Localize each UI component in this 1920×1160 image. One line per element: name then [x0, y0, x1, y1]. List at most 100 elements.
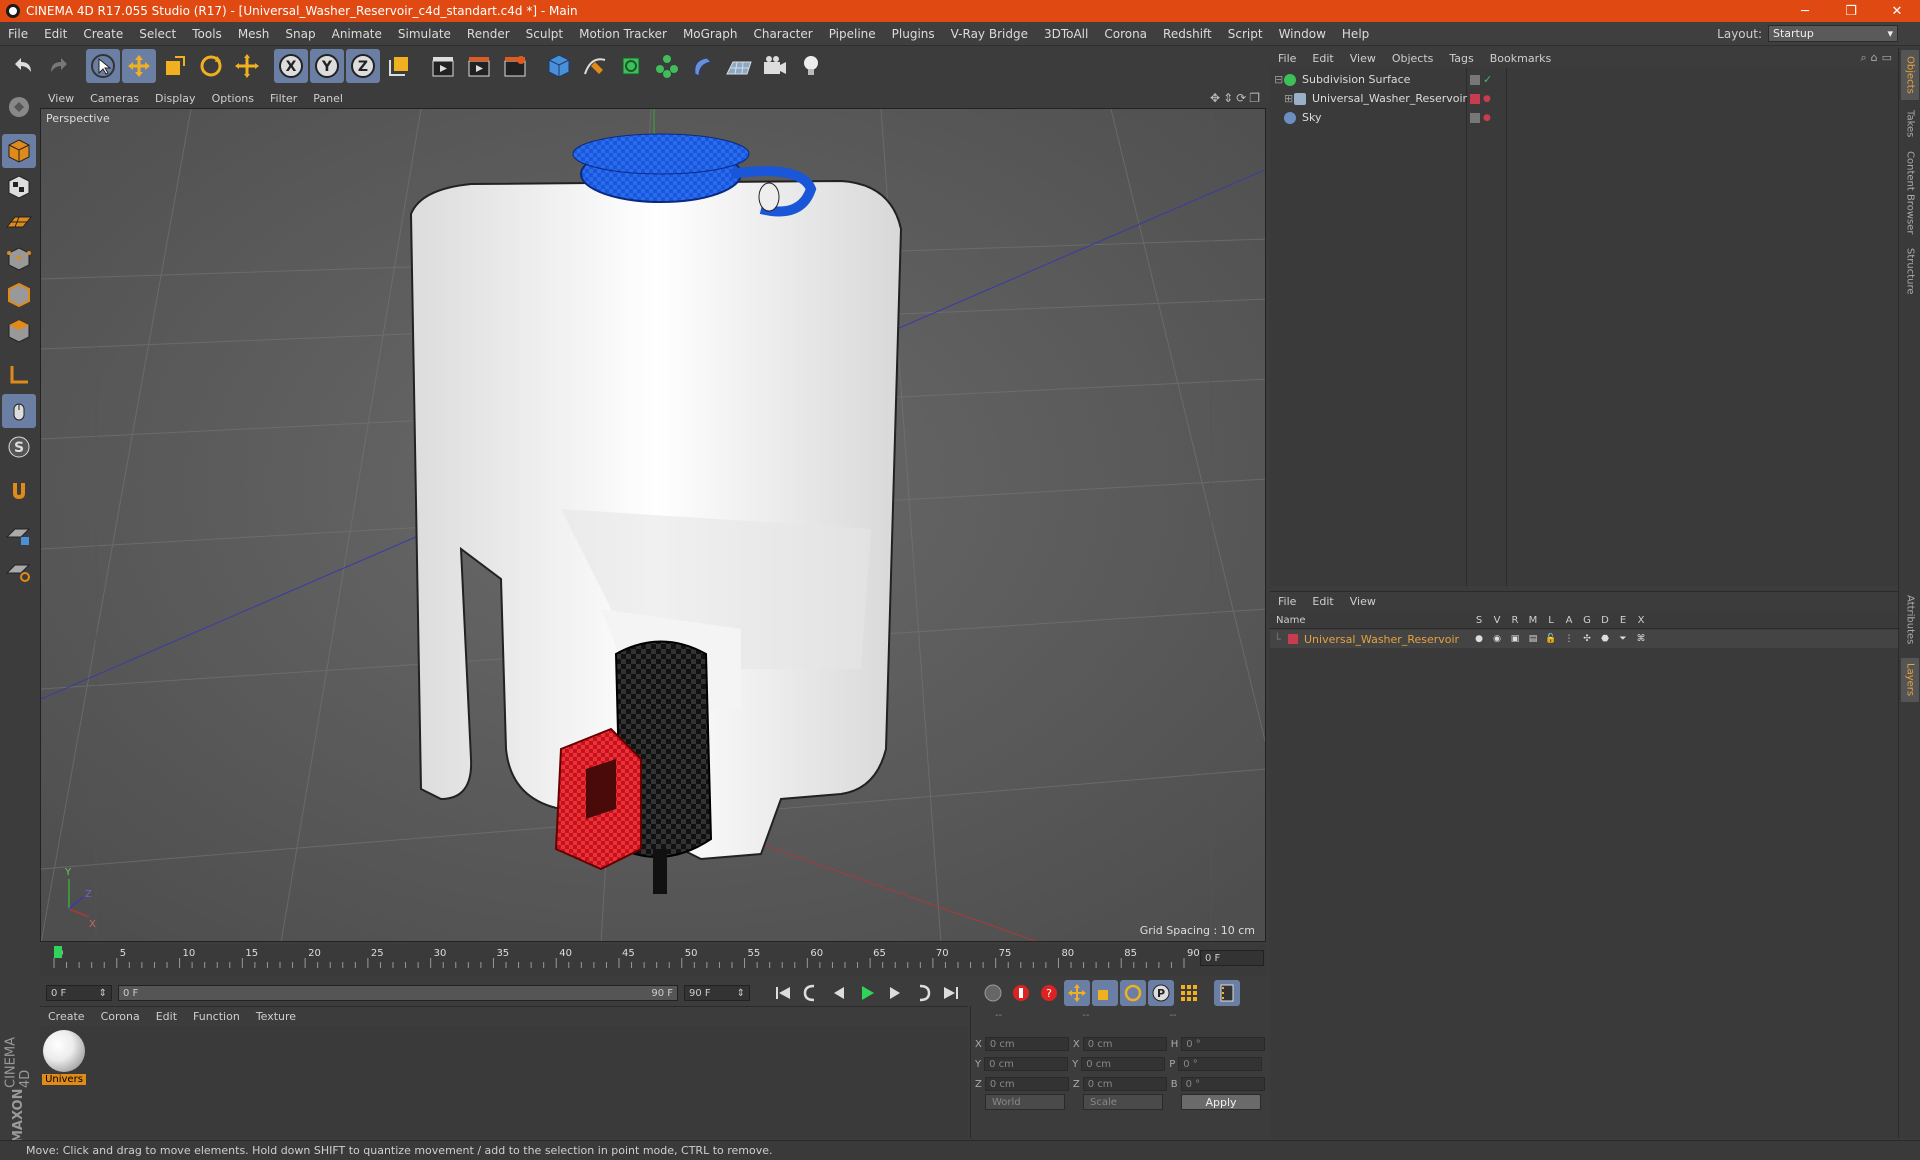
play-button[interactable]: [854, 980, 880, 1006]
menu-render[interactable]: Render: [459, 27, 518, 41]
viewport-menu-view[interactable]: View: [40, 92, 82, 105]
tab-objects[interactable]: Objects: [1901, 50, 1919, 100]
visibility-dot-icon[interactable]: ●: [1483, 113, 1491, 123]
add-floor-button[interactable]: [722, 49, 756, 83]
tab-layers[interactable]: Layers: [1901, 658, 1919, 702]
xref-icon[interactable]: ⌘: [1632, 634, 1650, 644]
menu-mesh[interactable]: Mesh: [230, 27, 278, 41]
x-axis-lock-button[interactable]: X: [274, 49, 308, 83]
timeline-window-button[interactable]: [1214, 980, 1240, 1006]
menu-edit[interactable]: Edit: [36, 27, 75, 41]
texture-mode-button[interactable]: [2, 170, 36, 204]
record-button[interactable]: [1008, 980, 1034, 1006]
viewport-menu-options[interactable]: Options: [204, 92, 262, 105]
timeline-ruler[interactable]: 051015202530354045505560657075808590: [50, 944, 1200, 974]
position-y-field[interactable]: 0 cm: [984, 1057, 1069, 1071]
checkmark-icon[interactable]: ✓: [1483, 73, 1492, 86]
layer-color-swatch[interactable]: [1288, 634, 1298, 644]
generator-icon[interactable]: ✣: [1578, 634, 1596, 644]
workplane-mode-button[interactable]: [2, 206, 36, 240]
make-editable-button[interactable]: [2, 90, 36, 124]
coord-space-dropdown[interactable]: World: [985, 1094, 1065, 1110]
goto-start-button[interactable]: [770, 980, 796, 1006]
key-scale-button[interactable]: [1092, 980, 1118, 1006]
menu-snap[interactable]: Snap: [277, 27, 323, 41]
edges-mode-button[interactable]: [2, 278, 36, 312]
close-button[interactable]: ✕: [1874, 4, 1920, 19]
coordinate-system-button[interactable]: [382, 49, 416, 83]
object-row-sky[interactable]: Sky ●: [1270, 108, 1898, 127]
minimize-button[interactable]: ─: [1782, 4, 1828, 19]
object-row-universal-washer-reservoir[interactable]: ⊞ Universal_Washer_Reservoir ●: [1270, 89, 1898, 108]
menu-corona[interactable]: Corona: [1096, 27, 1155, 41]
restore-button[interactable]: ❐: [1828, 4, 1874, 19]
rotate-view-icon[interactable]: ⟳: [1236, 91, 1246, 105]
object-menu-file[interactable]: File: [1270, 52, 1304, 65]
keyframe-selection-button[interactable]: [980, 980, 1006, 1006]
model-mode-button[interactable]: [2, 134, 36, 168]
prev-key-button[interactable]: [798, 980, 824, 1006]
autokey-button[interactable]: ?: [1036, 980, 1062, 1006]
size-z-field[interactable]: 0 cm: [1082, 1077, 1167, 1091]
key-position-button[interactable]: [1064, 980, 1090, 1006]
tree-expand-icon[interactable]: ⊞: [1270, 92, 1294, 105]
z-axis-lock-button[interactable]: Z: [346, 49, 380, 83]
key-pla-button[interactable]: [1176, 980, 1202, 1006]
viewport-menu-display[interactable]: Display: [147, 92, 204, 105]
menu-plugins[interactable]: Plugins: [884, 27, 943, 41]
menu-simulate[interactable]: Simulate: [390, 27, 459, 41]
polygons-mode-button[interactable]: [2, 314, 36, 348]
object-menu-bookmarks[interactable]: Bookmarks: [1482, 52, 1559, 65]
eye-icon[interactable]: ◉: [1488, 634, 1506, 644]
manager-icon[interactable]: ▤: [1524, 634, 1542, 644]
deformer-icon[interactable]: ⬣: [1596, 634, 1614, 644]
coord-mode-dropdown[interactable]: Scale: [1083, 1094, 1163, 1110]
layer-name[interactable]: Universal_Washer_Reservoir: [1304, 633, 1459, 646]
render-picture-viewer-button[interactable]: [462, 49, 496, 83]
tab-content-browser[interactable]: Content Browser: [1901, 148, 1919, 238]
points-mode-button[interactable]: [2, 242, 36, 276]
layout-select[interactable]: Startup ▾: [1768, 25, 1898, 42]
y-axis-lock-button[interactable]: Y: [310, 49, 344, 83]
add-spline-pen-button[interactable]: [578, 49, 612, 83]
object-menu-edit[interactable]: Edit: [1304, 52, 1341, 65]
object-filter-icon[interactable]: ▭: [1882, 51, 1892, 65]
material-menu-texture[interactable]: Texture: [248, 1010, 304, 1023]
menu-file[interactable]: File: [0, 27, 36, 41]
search-icon[interactable]: ⌕: [1860, 51, 1866, 65]
transform-tool-button[interactable]: [230, 49, 264, 83]
tab-structure[interactable]: Structure: [1901, 242, 1919, 300]
axis-mode-button[interactable]: [2, 358, 36, 392]
solo-dot-icon[interactable]: ●: [1470, 634, 1488, 644]
menu-character[interactable]: Character: [745, 27, 820, 41]
home-icon[interactable]: ⌂: [1871, 51, 1878, 65]
rotation-b-field[interactable]: 0 °: [1180, 1077, 1265, 1091]
end-frame-field[interactable]: 90 F ⇕: [684, 985, 750, 1001]
layer-row[interactable]: └ Universal_Washer_Reservoir ● ◉ ▣ ▤ 🔓 ⋮…: [1270, 630, 1898, 648]
menu-select[interactable]: Select: [131, 27, 184, 41]
object-menu-tags[interactable]: Tags: [1441, 52, 1481, 65]
key-rotation-button[interactable]: [1120, 980, 1146, 1006]
menu-help[interactable]: Help: [1334, 27, 1377, 41]
material-menu-edit[interactable]: Edit: [148, 1010, 185, 1023]
undo-button[interactable]: [6, 49, 40, 83]
goto-end-button[interactable]: [938, 980, 964, 1006]
menu-window[interactable]: Window: [1271, 27, 1334, 41]
render-view-button[interactable]: [426, 49, 460, 83]
3d-viewport[interactable]: Y Z X Perspective Grid Spacing : 10 cm: [40, 108, 1266, 942]
material-menu-function[interactable]: Function: [185, 1010, 248, 1023]
dolly-view-icon[interactable]: ⇕: [1223, 91, 1233, 105]
pan-view-icon[interactable]: ✥: [1210, 91, 1220, 105]
solo-mode-button[interactable]: S: [2, 430, 36, 464]
snap-button[interactable]: [2, 474, 36, 508]
start-frame-field[interactable]: 0 F ⇕: [46, 985, 112, 1001]
grid-snap-button[interactable]: [2, 554, 36, 588]
rotate-tool-button[interactable]: [194, 49, 228, 83]
tree-collapse-icon[interactable]: ⊟: [1270, 73, 1284, 86]
add-cube-button[interactable]: [542, 49, 576, 83]
apply-button[interactable]: Apply: [1181, 1094, 1261, 1110]
live-selection-button[interactable]: [86, 49, 120, 83]
menu-sculpt[interactable]: Sculpt: [518, 27, 571, 41]
lock-icon[interactable]: 🔓: [1542, 634, 1560, 644]
object-menu-objects[interactable]: Objects: [1384, 52, 1442, 65]
